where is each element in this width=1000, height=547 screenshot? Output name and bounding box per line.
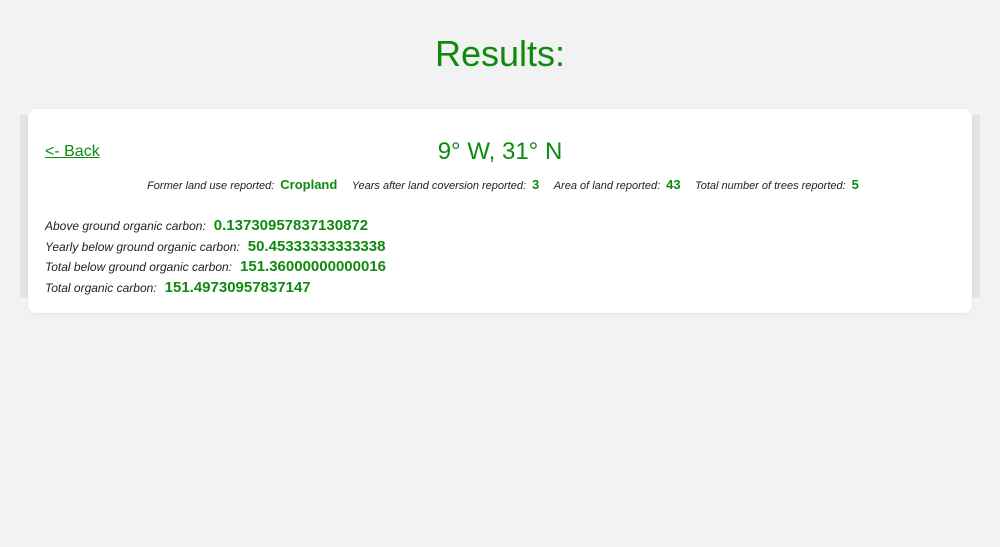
area-of-land-label: Area of land reported: (553, 180, 661, 192)
yearly-below-ground-carbon-value: 50.45333333333338 (247, 237, 386, 255)
total-organic-carbon-value: 151.49730957837147 (164, 279, 311, 297)
total-below-ground-carbon-value: 151.36000000000016 (240, 258, 387, 276)
former-land-use-value: Cropland (280, 177, 338, 192)
above-ground-carbon-value: 0.13730957837130872 (213, 217, 369, 234)
above-ground-carbon-label: Above ground organic carbon: (45, 219, 206, 233)
former-land-use-label: Former land use reported: (147, 180, 275, 192)
number-of-trees-label: Total number of trees reported: (695, 180, 846, 192)
number-of-trees-value: 5 (851, 177, 859, 192)
result-row-yearly-below-ground: Yearly below ground organic carbon: 50.45… (45, 237, 386, 258)
page-title: Results: (434, 33, 566, 74)
carbon-results-list: Above ground organic carbon: 0.1373095783… (45, 216, 386, 299)
area-of-land-value: 43 (666, 177, 681, 192)
result-row-total-below-ground: Total below ground organic carbon: 151.36… (45, 257, 386, 278)
yearly-below-ground-carbon-label: Yearly below ground organic carbon: (45, 239, 240, 254)
result-row-above-ground: Above ground organic carbon: 0.1373095783… (45, 216, 386, 237)
total-organic-carbon-label: Total organic carbon: (45, 281, 157, 296)
years-after-conversion-label: Years after land coversion reported: (351, 180, 527, 192)
reported-inputs-row: Former land use reported: Cropland Years … (28, 176, 972, 195)
years-after-conversion-value: 3 (532, 177, 540, 192)
result-row-total-organic: Total organic carbon: 151.49730957837147 (45, 278, 386, 299)
coordinates-heading: 9° W, 31° N (437, 138, 563, 165)
results-card: <- Back 9° W, 31° N Former land use repo… (28, 109, 972, 313)
total-below-ground-carbon-label: Total below ground organic carbon: (45, 260, 233, 275)
